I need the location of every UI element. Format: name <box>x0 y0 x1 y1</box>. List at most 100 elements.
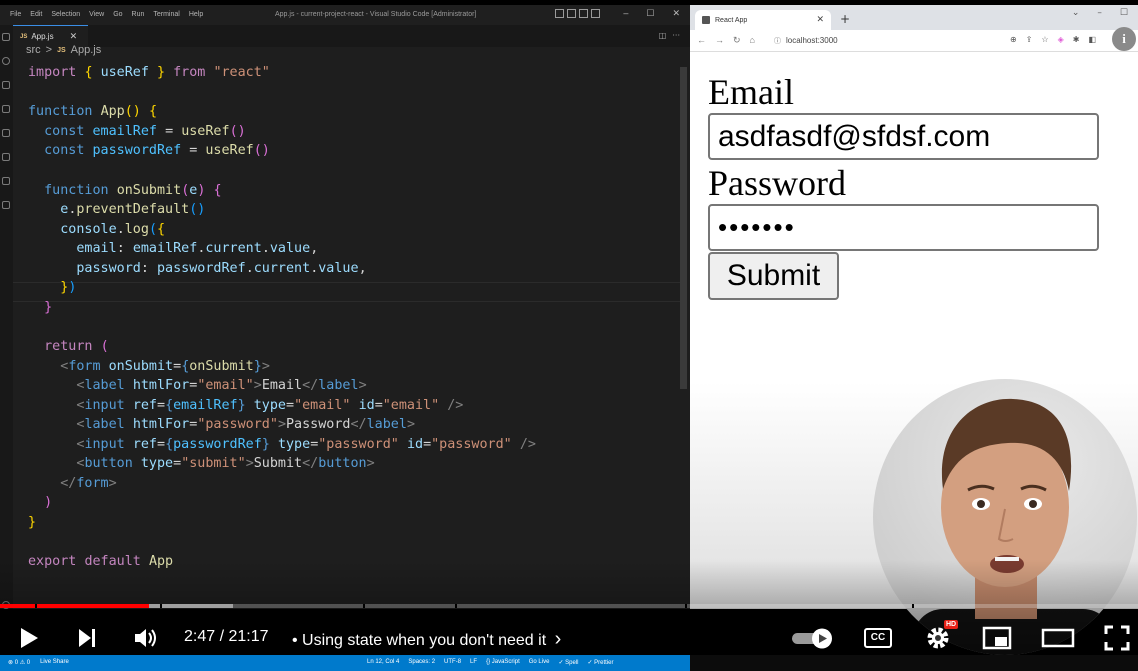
live-share-icon[interactable] <box>2 177 10 185</box>
breadcrumb-separator: > <box>45 44 53 56</box>
browser-tab-strip: React App ✕ + ⌄ – ☐ <box>690 5 1138 30</box>
eol-status[interactable]: LF <box>470 659 477 666</box>
editor-actions: ◫ ··· <box>659 31 680 40</box>
code-line: <input ref={emailRef} type="email" id="e… <box>76 398 464 413</box>
code-line: <button type="submit">Submit</button> <box>76 456 375 471</box>
chapter-marker <box>363 604 365 608</box>
email-field[interactable]: asdfasdf@sfdsf.com <box>708 113 1099 160</box>
window-title: App.js - current-project-react - Visual … <box>275 11 477 18</box>
code-line: return ( <box>44 339 109 354</box>
email-label: Email <box>708 72 794 112</box>
indentation-status[interactable]: Spaces: 2 <box>408 659 435 666</box>
breadcrumb-folder[interactable]: src <box>26 44 41 56</box>
close-icon[interactable]: ✕ <box>672 8 680 19</box>
run-debug-icon[interactable] <box>2 105 10 113</box>
source-control-icon[interactable] <box>2 81 10 89</box>
tab-search-icon[interactable]: ⌄ <box>1072 8 1080 18</box>
menu-edit[interactable]: Edit <box>30 11 42 18</box>
browser-tab-title: React App <box>715 16 748 24</box>
profile-avatar[interactable]: i <box>1112 27 1136 51</box>
status-left: ⊗ 0 ⚠ 0 Live Share <box>8 659 69 666</box>
submit-button[interactable]: Submit <box>708 252 839 300</box>
language-status[interactable]: {} JavaScript <box>486 659 520 666</box>
menu-file[interactable]: File <box>10 11 21 18</box>
extension-icon[interactable]: ◈ <box>1058 35 1064 44</box>
reload-icon[interactable]: ↻ <box>733 35 741 46</box>
testing-icon[interactable] <box>2 201 10 209</box>
current-line-highlight <box>13 282 680 302</box>
search-icon[interactable] <box>2 57 10 65</box>
split-editor-icon[interactable]: ◫ <box>659 31 667 40</box>
next-icon <box>79 629 95 647</box>
explorer-icon[interactable] <box>2 33 10 41</box>
go-live-status[interactable]: Go Live <box>529 659 550 666</box>
browser-tab[interactable]: React App ✕ <box>695 10 831 30</box>
side-panel-icon[interactable]: ◧ <box>1088 35 1096 44</box>
problems-status[interactable]: ⊗ 0 ⚠ 0 <box>8 659 30 666</box>
code-line: <form onSubmit={onSubmit}> <box>60 359 270 374</box>
site-info-icon[interactable]: ⓘ <box>774 36 781 46</box>
code-line: e.preventDefault() <box>60 202 206 217</box>
toggle-secondary-sidebar-icon[interactable] <box>579 9 588 18</box>
tab-close-icon[interactable]: ✕ <box>816 14 824 25</box>
maximize-icon[interactable]: ☐ <box>1120 8 1128 18</box>
extensions-puzzle-icon[interactable]: ✱ <box>1073 35 1080 44</box>
minimize-icon[interactable]: – <box>1097 8 1102 18</box>
forward-icon[interactable]: → <box>715 35 724 46</box>
home-icon[interactable]: ⌂ <box>750 35 755 46</box>
toggle-panel-icon[interactable] <box>567 9 576 18</box>
vscode-window: File Edit Selection View Go Run Terminal… <box>0 5 690 609</box>
progress-played <box>0 604 150 608</box>
menu-go[interactable]: Go <box>113 11 122 18</box>
vscode-status-bar: ⊗ 0 ⚠ 0 Live Share Ln 12, Col 4 Spaces: … <box>0 655 690 671</box>
code-line: function App() { <box>28 104 157 119</box>
status-right: Ln 12, Col 4 Spaces: 2 UTF-8 LF {} JavaS… <box>367 659 614 666</box>
menu-run[interactable]: Run <box>132 11 145 18</box>
menu-selection[interactable]: Selection <box>51 11 80 18</box>
time-display: 2:47 / 21:17 <box>184 628 269 645</box>
fullscreen-icon <box>1104 625 1130 651</box>
code-line: ) <box>44 495 53 510</box>
remote-explorer-icon[interactable] <box>2 153 10 161</box>
maximize-icon[interactable]: ☐ <box>646 8 654 19</box>
layout-controls <box>555 9 600 18</box>
volume-icon <box>135 629 156 647</box>
progress-bar[interactable] <box>0 604 1138 608</box>
zoom-icon[interactable]: ⊕ <box>1010 35 1017 44</box>
menu-view[interactable]: View <box>89 11 104 18</box>
code-line: } <box>44 300 53 315</box>
breadcrumb-file[interactable]: App.js <box>71 44 102 56</box>
code-line: <label htmlFor="password">Password</labe… <box>76 417 415 432</box>
back-icon[interactable]: ← <box>697 35 706 46</box>
url-text: localhost:3000 <box>786 36 838 45</box>
cursor-position-status[interactable]: Ln 12, Col 4 <box>367 659 399 666</box>
toggle-sidebar-icon[interactable] <box>555 9 564 18</box>
menu-help[interactable]: Help <box>189 11 203 18</box>
share-icon[interactable]: ⇪ <box>1026 35 1033 44</box>
customize-layout-icon[interactable] <box>591 9 600 18</box>
browser-window-controls: ⌄ – ☐ <box>1072 8 1128 18</box>
password-field[interactable]: ••••••• <box>708 204 1099 251</box>
code-line: <label htmlFor="email">Email</label> <box>76 378 367 393</box>
code-line: </form> <box>60 476 117 491</box>
bookmark-star-icon[interactable]: ☆ <box>1041 35 1048 44</box>
code-line: const passwordRef = useRef() <box>44 143 270 158</box>
cc-icon: CC <box>864 628 892 648</box>
tab-close-icon[interactable]: ✕ <box>70 31 78 42</box>
autoplay-icon <box>792 628 832 649</box>
minimize-icon[interactable]: – <box>623 8 628 19</box>
spell-status[interactable]: ✓ Spell <box>558 659 578 666</box>
encoding-status[interactable]: UTF-8 <box>444 659 461 666</box>
menu-terminal[interactable]: Terminal <box>153 11 179 18</box>
editor-scrollbar[interactable] <box>680 67 687 389</box>
extensions-icon[interactable] <box>2 129 10 137</box>
more-actions-icon[interactable]: ··· <box>672 31 680 40</box>
live-share-status[interactable]: Live Share <box>40 659 69 666</box>
prettier-status[interactable]: ✓ Prettier <box>587 659 613 666</box>
new-tab-icon[interactable]: + <box>840 12 850 26</box>
js-file-icon: JS <box>20 33 28 40</box>
theater-icon <box>1041 628 1075 648</box>
browser-toolbar: ← → ↻ ⌂ ⓘ localhost:3000 ⊕ ⇪ ☆ ◈ ✱ ◧ <box>690 30 1138 52</box>
code-line: email: emailRef.current.value, <box>76 241 319 256</box>
chapter-title-button[interactable]: • Using state when you don't need it › <box>292 628 561 651</box>
